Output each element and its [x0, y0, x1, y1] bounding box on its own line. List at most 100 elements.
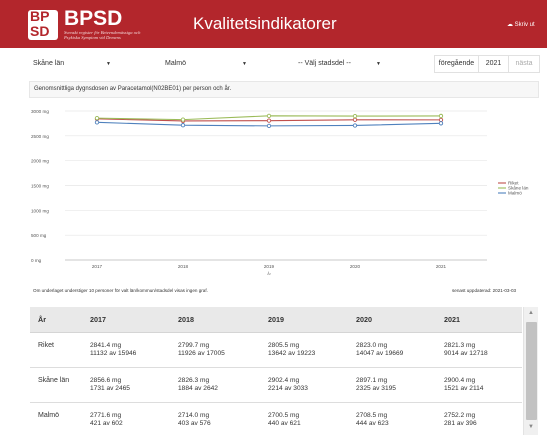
municipality-select[interactable]: Malmö ▼ [165, 56, 247, 72]
scroll-down-icon[interactable]: ▼ [528, 424, 534, 430]
y-tick-label: 0 mg [31, 258, 42, 263]
chart-title-bar: Genomsnittliga dygnsdosen av Paracetamol… [29, 81, 539, 98]
data-point[interactable] [352, 113, 358, 119]
chevron-down-icon: ▼ [376, 61, 381, 67]
logo-text-bottom: SD [30, 23, 50, 39]
data-point[interactable] [352, 123, 358, 128]
x-tick-label: 2020 [350, 264, 361, 269]
data-point[interactable] [94, 120, 100, 125]
data-point[interactable] [180, 117, 186, 122]
table-cell: 2897.1 mg 2325 av 3195 [348, 367, 436, 403]
row-label: Malmö [30, 402, 82, 435]
column-header: 2018 [170, 307, 260, 333]
count-value: 2214 av 3033 [268, 385, 308, 393]
count-value: 421 av 602 [90, 420, 123, 428]
dose-value: 2821.3 mg [444, 341, 476, 349]
district-select-value: -- Välj stadsdel -- [298, 60, 351, 67]
dose-value: 2900.4 mg [444, 376, 476, 384]
scroll-up-icon[interactable]: ▲ [528, 310, 534, 316]
table-cell: 2700.5 mg 440 av 621 [260, 402, 348, 435]
legend-label: Malmö [508, 191, 522, 196]
data-point[interactable] [266, 113, 272, 118]
table-cell: 2902.4 mg 2214 av 3033 [260, 367, 348, 403]
dose-value: 2700.5 mg [268, 411, 300, 419]
scrollbar-thumb[interactable] [526, 322, 537, 420]
x-axis-label: År [267, 271, 271, 276]
table-row: Riket 2841.4 mg 11132 av 15946 2799.7 mg 119… [30, 332, 522, 368]
data-point[interactable] [94, 115, 100, 121]
column-header: 2019 [260, 307, 348, 333]
dose-value: 2799.7 mg [178, 341, 210, 349]
dose-value: 2771.6 mg [90, 411, 122, 419]
column-header: 2017 [82, 307, 170, 333]
table-row: Skåne län 2856.6 mg 1731 av 2465 2826.3 mg 1… [30, 367, 522, 403]
table-cell: 2841.4 mg 11132 av 15946 [82, 332, 170, 368]
next-year-button[interactable]: nästa [509, 56, 539, 72]
last-updated-note: senast uppdaterad: 2021-03-03 [452, 288, 517, 293]
data-point[interactable] [352, 117, 358, 122]
dose-value: 2708.5 mg [356, 411, 388, 419]
x-tick-label: 2018 [178, 264, 189, 269]
dose-value: 2714.0 mg [178, 411, 210, 419]
dose-value: 2823.0 mg [356, 341, 388, 349]
page-title: Kvalitetsindikatorer [193, 14, 337, 33]
y-tick-label: 3000 mg [31, 109, 49, 114]
count-value: 1884 av 2642 [178, 385, 218, 393]
y-tick-label: 2500 mg [31, 134, 49, 139]
district-select[interactable]: -- Välj stadsdel -- ▼ [298, 56, 388, 72]
chevron-down-icon: ▼ [106, 61, 111, 67]
table-cell: 2821.3 mg 9014 av 12718 [436, 332, 522, 368]
column-header: 2020 [348, 307, 436, 333]
table-header-row: År 2017 2018 2019 2020 2021 [30, 307, 522, 333]
data-point[interactable] [438, 121, 444, 126]
previous-year-button[interactable]: föregående [435, 56, 479, 72]
region-select-value: Skåne län [33, 60, 65, 67]
dose-value: 2897.1 mg [356, 376, 388, 384]
count-value: 1521 av 2114 [444, 385, 484, 393]
data-threshold-note: Om underlaget understiger 10 personer fö… [33, 288, 208, 293]
count-value: 1731 av 2465 [90, 385, 130, 393]
table-cell: 2714.0 mg 403 av 576 [170, 402, 260, 435]
table-cell: 2900.4 mg 1521 av 2114 [436, 367, 522, 403]
table-cell: 2826.3 mg 1884 av 2642 [170, 367, 260, 403]
data-point[interactable] [180, 123, 186, 128]
table-cell: 2799.7 mg 11926 av 17005 [170, 332, 260, 368]
dose-value: 2805.5 mg [268, 341, 300, 349]
logo-text-top: BP [30, 8, 50, 24]
table-cell: 2752.2 mg 281 av 396 [436, 402, 522, 435]
table-cell: 2856.6 mg 1731 av 2465 [82, 367, 170, 403]
current-year: 2021 [479, 56, 509, 72]
count-value: 440 av 621 [268, 420, 301, 428]
results-table-container: År 2017 2018 2019 2020 2021 Riket 2841.4 … [30, 307, 539, 435]
chevron-down-icon: ▼ [242, 61, 247, 67]
data-point[interactable] [266, 118, 272, 123]
dose-value: 2826.3 mg [178, 376, 210, 384]
brand-tagline: Svenskt register för Beteendemässiga och… [64, 30, 141, 41]
data-point[interactable] [438, 117, 444, 123]
count-value: 9014 av 12718 [444, 350, 488, 358]
column-header: 2021 [436, 307, 522, 333]
row-label: Skåne län [30, 367, 82, 403]
data-point[interactable] [438, 113, 444, 119]
count-value: 11926 av 17005 [178, 350, 225, 358]
region-select[interactable]: Skåne län ▼ [33, 56, 113, 72]
table-row: Malmö 2771.6 mg 421 av 602 2714.0 mg 403 av … [30, 402, 522, 435]
data-point[interactable] [266, 123, 272, 129]
year-navigation: föregående 2021 nästa [434, 55, 540, 73]
count-value: 13642 av 19223 [268, 350, 316, 358]
table-cell: 2823.0 mg 14047 av 19669 [348, 332, 436, 368]
count-value: 14047 av 19669 [356, 350, 404, 358]
municipality-select-value: Malmö [165, 60, 187, 67]
chart-title: Genomsnittliga dygnsdosen av Paracetamol… [34, 86, 232, 92]
y-tick-label: 2000 mg [31, 159, 49, 164]
line-chart: 0 mg 500 mg 1000 mg 1500 mg 2000 mg 2500 mg 30… [31, 109, 529, 276]
x-tick-label: 2019 [264, 264, 275, 269]
column-header: År [30, 307, 82, 333]
table-cell: 2805.5 mg 13642 av 19223 [260, 332, 348, 368]
table-scrollbar[interactable]: ▲ ▼ [523, 307, 538, 435]
count-value: 2325 av 3195 [356, 385, 396, 393]
row-label: Riket [30, 332, 82, 368]
print-button[interactable]: ☁ Skriv ut [507, 22, 535, 29]
results-table: År 2017 2018 2019 2020 2021 Riket 2841.4 … [30, 307, 522, 435]
table-cell: 2708.5 mg 444 av 623 [348, 402, 436, 435]
